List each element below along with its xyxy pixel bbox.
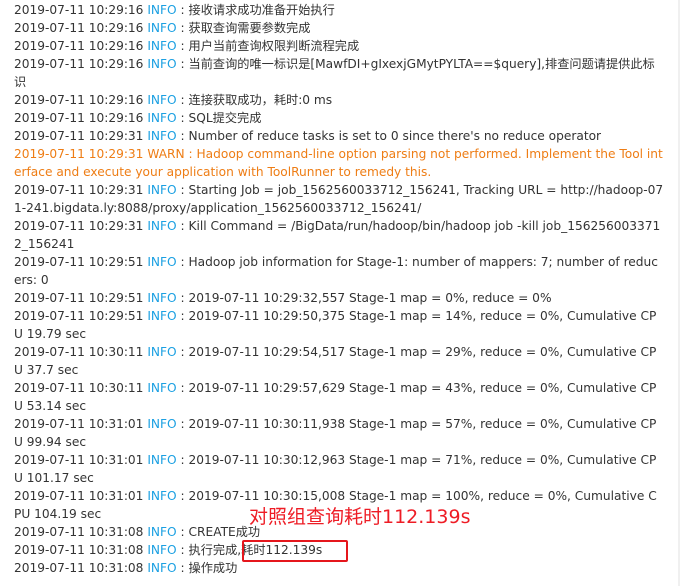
- log-separator: :: [176, 345, 189, 359]
- log-level: INFO: [147, 525, 177, 539]
- log-message: 连接获取成功，耗时:0 ms: [188, 93, 333, 107]
- log-separator: :: [176, 255, 189, 269]
- log-separator: :: [176, 309, 189, 323]
- log-level: INFO: [147, 57, 177, 71]
- log-entry: 2019-07-11 10:29:51 INFO : 2019-07-11 10…: [14, 289, 664, 307]
- log-level: INFO: [147, 111, 177, 125]
- log-timestamp: 2019-07-11 10:31:08: [14, 561, 144, 575]
- log-separator: :: [176, 3, 189, 17]
- log-timestamp: 2019-07-11 10:29:31: [14, 219, 144, 233]
- log-level: INFO: [147, 453, 177, 467]
- log-separator: :: [176, 129, 189, 143]
- log-entry: 2019-07-11 10:29:16 INFO : 当前查询的唯一标识是[Ma…: [14, 55, 664, 91]
- log-message: SQL提交完成: [188, 111, 262, 125]
- log-timestamp: 2019-07-11 10:29:16: [14, 39, 144, 53]
- log-separator: :: [176, 525, 189, 539]
- log-entry: 2019-07-11 10:29:51 INFO : 2019-07-11 10…: [14, 307, 664, 343]
- log-entry: 2019-07-11 10:29:16 INFO : 连接获取成功，耗时:0 m…: [14, 91, 664, 109]
- log-message: 2019-07-11 10:29:32,557 Stage-1 map = 0%…: [188, 291, 552, 305]
- log-timestamp: 2019-07-11 10:29:31: [14, 183, 144, 197]
- log-separator: :: [176, 57, 189, 71]
- log-timestamp: 2019-07-11 10:29:31: [14, 147, 144, 161]
- log-entry: 2019-07-11 10:29:16 INFO : 用户当前查询权限判断流程完…: [14, 37, 664, 55]
- log-timestamp: 2019-07-11 10:29:51: [14, 309, 144, 323]
- log-entry: 2019-07-11 10:29:51 INFO : Hadoop job in…: [14, 253, 664, 289]
- log-entry: 2019-07-11 10:29:16 INFO : SQL提交完成: [14, 109, 664, 127]
- log-level: INFO: [147, 183, 177, 197]
- log-timestamp: 2019-07-11 10:29:31: [14, 129, 144, 143]
- log-timestamp: 2019-07-11 10:29:16: [14, 57, 144, 71]
- log-timestamp: 2019-07-11 10:29:51: [14, 291, 144, 305]
- log-output: 2019-07-11 10:29:16 INFO : 接收请求成功准备开始执行 2…: [14, 1, 664, 577]
- log-level: INFO: [147, 129, 177, 143]
- log-timestamp: 2019-07-11 10:29:16: [14, 21, 144, 35]
- log-entry: 2019-07-11 10:29:16 INFO : 接收请求成功准备开始执行: [14, 1, 664, 19]
- log-timestamp: 2019-07-11 10:30:11: [14, 381, 144, 395]
- log-entry: 2019-07-11 10:30:11 INFO : 2019-07-11 10…: [14, 343, 664, 379]
- log-separator: :: [176, 489, 189, 503]
- log-level: INFO: [147, 345, 177, 359]
- log-timestamp: 2019-07-11 10:31:01: [14, 417, 144, 431]
- log-entry: 2019-07-11 10:29:31 WARN : Hadoop comman…: [14, 145, 664, 181]
- log-level: INFO: [147, 381, 177, 395]
- log-separator: :: [176, 417, 189, 431]
- log-separator: :: [176, 543, 189, 557]
- log-timestamp: 2019-07-11 10:30:11: [14, 345, 144, 359]
- log-entry: 2019-07-11 10:29:31 INFO : Kill Command …: [14, 217, 664, 253]
- log-timestamp: 2019-07-11 10:31:08: [14, 525, 144, 539]
- log-separator: :: [184, 147, 197, 161]
- log-level: INFO: [147, 561, 177, 575]
- log-message: 获取查询需要参数完成: [188, 21, 311, 35]
- log-separator: :: [176, 21, 189, 35]
- log-timestamp: 2019-07-11 10:29:16: [14, 93, 144, 107]
- log-entry: 2019-07-11 10:29:31 INFO : Starting Job …: [14, 181, 664, 217]
- log-level: INFO: [147, 219, 177, 233]
- log-message: 接收请求成功准备开始执行: [188, 3, 335, 17]
- log-separator: :: [176, 183, 189, 197]
- log-timestamp: 2019-07-11 10:29:51: [14, 255, 144, 269]
- log-separator: :: [176, 219, 189, 233]
- log-separator: :: [176, 381, 189, 395]
- log-level: INFO: [147, 3, 177, 17]
- log-separator: :: [176, 39, 189, 53]
- log-entry: 2019-07-11 10:31:01 INFO : 2019-07-11 10…: [14, 415, 664, 451]
- log-entry: 2019-07-11 10:30:11 INFO : 2019-07-11 10…: [14, 379, 664, 415]
- log-level: INFO: [147, 255, 177, 269]
- log-level: INFO: [147, 39, 177, 53]
- log-separator: :: [176, 111, 189, 125]
- log-level: INFO: [147, 417, 177, 431]
- annotation-label: 对照组查询耗时112.139s: [249, 506, 471, 528]
- log-timestamp: 2019-07-11 10:31:08: [14, 543, 144, 557]
- log-message: 操作成功: [188, 561, 238, 575]
- log-level: INFO: [147, 309, 177, 323]
- log-message: 用户当前查询权限判断流程完成: [188, 39, 360, 53]
- log-level: INFO: [147, 93, 177, 107]
- annotation-highlight-box: [242, 540, 348, 562]
- log-timestamp: 2019-07-11 10:31:01: [14, 453, 144, 467]
- log-timestamp: 2019-07-11 10:29:16: [14, 111, 144, 125]
- log-timestamp: 2019-07-11 10:31:01: [14, 489, 144, 503]
- log-separator: :: [176, 291, 189, 305]
- log-level: INFO: [147, 543, 177, 557]
- log-message: Number of reduce tasks is set to 0 since…: [188, 129, 602, 143]
- log-level: INFO: [147, 489, 177, 503]
- log-entry: 2019-07-11 10:29:31 INFO : Number of red…: [14, 127, 664, 145]
- log-separator: :: [176, 561, 189, 575]
- log-separator: :: [176, 93, 189, 107]
- log-timestamp: 2019-07-11 10:29:16: [14, 3, 144, 17]
- log-separator: :: [176, 453, 189, 467]
- log-level: WARN: [147, 147, 185, 161]
- log-entry: 2019-07-11 10:29:16 INFO : 获取查询需要参数完成: [14, 19, 664, 37]
- log-level: INFO: [147, 21, 177, 35]
- log-entry: 2019-07-11 10:31:01 INFO : 2019-07-11 10…: [14, 451, 664, 487]
- log-level: INFO: [147, 291, 177, 305]
